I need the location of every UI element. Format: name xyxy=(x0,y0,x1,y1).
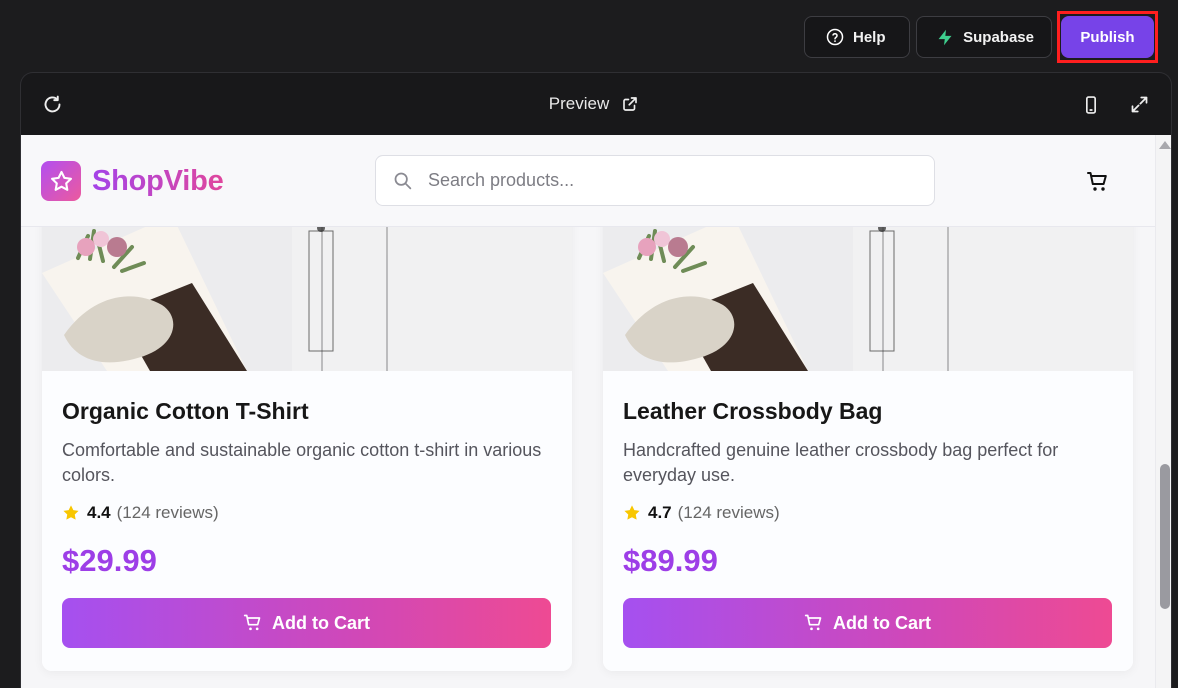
preview-window: Preview ShopVibe Search products... Orga… xyxy=(20,72,1172,688)
preview-toolbar: Preview xyxy=(21,73,1171,135)
search-icon xyxy=(394,172,412,190)
rating-value: 4.4 xyxy=(87,503,111,522)
product-description: Comfortable and sustainable organic cott… xyxy=(62,440,542,485)
rating-star-icon xyxy=(624,505,640,520)
supabase-bolt-icon xyxy=(938,29,952,45)
preview-title-wrap[interactable]: Preview xyxy=(549,94,639,114)
product-card: Organic Cotton T-Shirt Comfortable and s… xyxy=(42,191,572,671)
refresh-icon[interactable] xyxy=(42,94,63,115)
product-price: $29.99 xyxy=(62,543,157,578)
brand-logo[interactable]: ShopVibe xyxy=(41,161,224,201)
review-count: (124 reviews) xyxy=(677,503,780,522)
review-count: (124 reviews) xyxy=(116,503,219,522)
supabase-button[interactable]: Supabase xyxy=(916,16,1052,58)
expand-icon[interactable] xyxy=(1129,94,1150,115)
product-price: $89.99 xyxy=(623,543,718,578)
publish-highlight: Publish xyxy=(1057,11,1158,63)
product-card: Leather Crossbody Bag Handcrafted genuin… xyxy=(603,191,1133,671)
product-photo xyxy=(42,223,572,371)
rating-row: 4.4 (124 reviews) xyxy=(62,503,552,523)
star-icon xyxy=(50,170,72,191)
help-label: Help xyxy=(853,28,886,46)
product-description: Handcrafted genuine leather crossbody ba… xyxy=(623,440,1059,485)
scroll-up-arrow-icon[interactable] xyxy=(1159,141,1171,149)
app-header: ShopVibe xyxy=(21,135,1155,227)
product-card-body: Organic Cotton T-Shirt Comfortable and s… xyxy=(42,371,572,671)
add-to-cart-button[interactable]: Add to Cart xyxy=(62,598,551,648)
product-title[interactable]: Organic Cotton T-Shirt xyxy=(62,397,552,425)
supabase-label: Supabase xyxy=(963,28,1034,46)
search-box[interactable] xyxy=(375,155,935,206)
help-icon xyxy=(826,28,844,46)
mobile-view-icon[interactable] xyxy=(1081,94,1101,116)
publish-button[interactable]: Publish xyxy=(1061,16,1154,58)
add-to-cart-label: Add to Cart xyxy=(272,612,370,633)
add-to-cart-button[interactable]: Add to Cart xyxy=(623,598,1112,648)
product-image xyxy=(42,223,572,371)
cart-icon[interactable] xyxy=(1086,170,1110,194)
preview-title: Preview xyxy=(548,94,610,113)
product-image xyxy=(603,223,1133,371)
preview-content: ShopVibe Search products... Organic Cott… xyxy=(21,135,1171,688)
product-photo xyxy=(603,223,1133,371)
top-actions: Help Supabase Publish xyxy=(804,11,1158,63)
rating-row: 4.7 (124 reviews) xyxy=(623,503,1113,523)
brand-name: ShopVibe xyxy=(92,164,224,197)
scroll-thumb[interactable] xyxy=(1160,464,1170,609)
external-link-icon xyxy=(623,97,638,111)
add-to-cart-label: Add to Cart xyxy=(833,612,931,633)
help-button[interactable]: Help xyxy=(804,16,910,58)
preview-scrollbar[interactable] xyxy=(1155,135,1171,688)
cart-icon xyxy=(243,614,261,631)
rating-star-icon xyxy=(63,505,79,520)
rating-value: 4.7 xyxy=(648,503,672,522)
product-title[interactable]: Leather Crossbody Bag xyxy=(623,397,1113,425)
cart-icon xyxy=(804,614,822,631)
search-input[interactable] xyxy=(428,170,888,191)
star-logo-icon xyxy=(41,161,81,201)
product-card-body: Leather Crossbody Bag Handcrafted genuin… xyxy=(603,371,1133,671)
